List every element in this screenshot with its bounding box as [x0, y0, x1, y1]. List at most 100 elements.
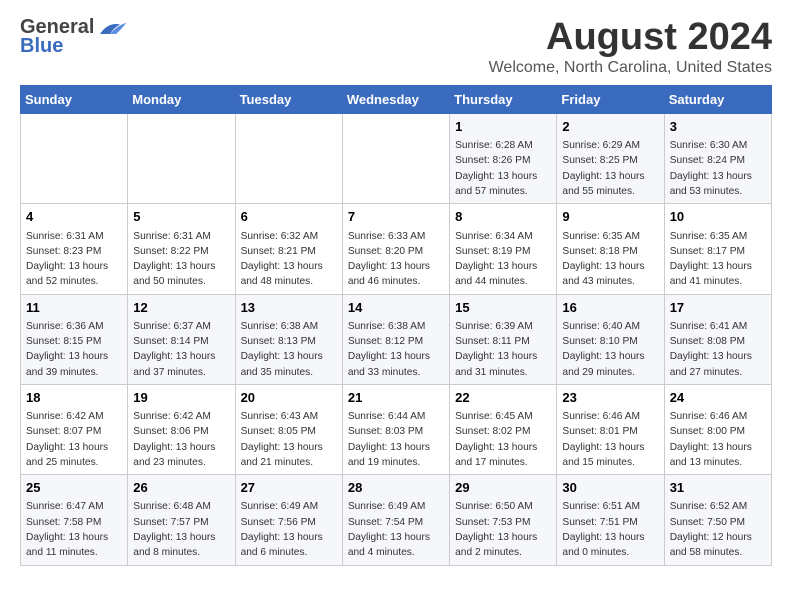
day-number: 3 — [670, 118, 766, 136]
day-info: Sunrise: 6:35 AM Sunset: 8:18 PM Dayligh… — [562, 231, 644, 288]
day-number: 27 — [241, 479, 337, 497]
calendar-cell: 31 Sunrise: 6:52 AM Sunset: 7:50 PM Dayli… — [664, 475, 771, 565]
calendar-cell: 22Sunrise: 6:45 AM Sunset: 8:02 PM Dayli… — [450, 384, 557, 474]
calendar-table: SundayMondayTuesdayWednesdayThursdayFrid… — [20, 85, 772, 566]
day-number: 28 — [348, 479, 444, 497]
month-title: August 2024 — [489, 16, 772, 59]
calendar-cell: 3 Sunrise: 6:30 AM Sunset: 8:24 PM Daylig… — [664, 114, 771, 204]
day-info: Sunrise: 6:38 AM Sunset: 8:13 PM Dayligh… — [241, 321, 323, 378]
day-number: 6 — [241, 208, 337, 226]
day-number: 20 — [241, 389, 337, 407]
calendar-cell: 10Sunrise: 6:35 AM Sunset: 8:17 PM Dayli… — [664, 204, 771, 294]
calendar-cell: 7Sunrise: 6:33 AM Sunset: 8:20 PM Daylig… — [342, 204, 449, 294]
week-row-3: 11 Sunrise: 6:36 AM Sunset: 8:15 PM Dayli… — [21, 294, 772, 384]
calendar-cell — [235, 114, 342, 204]
day-info: Sunrise: 6:28 AM Sunset: 8:26 PM Dayligh… — [455, 140, 537, 197]
day-info: Sunrise: 6:49 AM Sunset: 7:54 PM Dayligh… — [348, 501, 430, 558]
day-number: 11 — [26, 299, 122, 317]
day-info: Sunrise: 6:39 AM Sunset: 8:11 PM Dayligh… — [455, 321, 537, 378]
day-number: 2 — [562, 118, 658, 136]
day-info: Sunrise: 6:34 AM Sunset: 8:19 PM Dayligh… — [455, 231, 537, 288]
day-info: Sunrise: 6:32 AM Sunset: 8:21 PM Dayligh… — [241, 231, 323, 288]
header-saturday: Saturday — [664, 86, 771, 114]
day-number: 9 — [562, 208, 658, 226]
calendar-cell: 18 Sunrise: 6:42 AM Sunset: 8:07 PM Dayli… — [21, 384, 128, 474]
day-number: 16 — [562, 299, 658, 317]
calendar-cell: 4 Sunrise: 6:31 AM Sunset: 8:23 PM Daylig… — [21, 204, 128, 294]
day-info: Sunrise: 6:46 AM Sunset: 8:01 PM Dayligh… — [562, 411, 644, 468]
logo: General Blue — [20, 16, 128, 58]
day-number: 24 — [670, 389, 766, 407]
calendar-cell: 13 Sunrise: 6:38 AM Sunset: 8:13 PM Dayli… — [235, 294, 342, 384]
calendar-cell: 15 Sunrise: 6:39 AM Sunset: 8:11 PM Dayli… — [450, 294, 557, 384]
calendar-cell: 8 Sunrise: 6:34 AM Sunset: 8:19 PM Daylig… — [450, 204, 557, 294]
day-info: Sunrise: 6:41 AM Sunset: 8:08 PM Dayligh… — [670, 321, 752, 378]
calendar-cell: 24Sunrise: 6:46 AM Sunset: 8:00 PM Dayli… — [664, 384, 771, 474]
day-info: Sunrise: 6:42 AM Sunset: 8:07 PM Dayligh… — [26, 411, 108, 468]
day-info: Sunrise: 6:40 AM Sunset: 8:10 PM Dayligh… — [562, 321, 644, 378]
calendar-cell — [342, 114, 449, 204]
day-info: Sunrise: 6:35 AM Sunset: 8:17 PM Dayligh… — [670, 231, 752, 288]
day-number: 7 — [348, 208, 444, 226]
day-info: Sunrise: 6:48 AM Sunset: 7:57 PM Dayligh… — [133, 501, 215, 558]
calendar-cell: 17 Sunrise: 6:41 AM Sunset: 8:08 PM Dayli… — [664, 294, 771, 384]
calendar-cell: 1 Sunrise: 6:28 AM Sunset: 8:26 PM Daylig… — [450, 114, 557, 204]
week-row-1: 1 Sunrise: 6:28 AM Sunset: 8:26 PM Daylig… — [21, 114, 772, 204]
day-info: Sunrise: 6:49 AM Sunset: 7:56 PM Dayligh… — [241, 501, 323, 558]
day-number: 19 — [133, 389, 229, 407]
day-number: 29 — [455, 479, 551, 497]
day-number: 18 — [26, 389, 122, 407]
day-info: Sunrise: 6:29 AM Sunset: 8:25 PM Dayligh… — [562, 140, 644, 197]
day-info: Sunrise: 6:31 AM Sunset: 8:23 PM Dayligh… — [26, 231, 108, 288]
day-number: 25 — [26, 479, 122, 497]
day-number: 30 — [562, 479, 658, 497]
day-info: Sunrise: 6:50 AM Sunset: 7:53 PM Dayligh… — [455, 501, 537, 558]
calendar-cell: 25 Sunrise: 6:47 AM Sunset: 7:58 PM Dayli… — [21, 475, 128, 565]
calendar-cell: 21Sunrise: 6:44 AM Sunset: 8:03 PM Dayli… — [342, 384, 449, 474]
calendar-cell: 2 Sunrise: 6:29 AM Sunset: 8:25 PM Daylig… — [557, 114, 664, 204]
header-thursday: Thursday — [450, 86, 557, 114]
day-number: 1 — [455, 118, 551, 136]
calendar-cell: 16 Sunrise: 6:40 AM Sunset: 8:10 PM Dayli… — [557, 294, 664, 384]
header-wednesday: Wednesday — [342, 86, 449, 114]
day-number: 14 — [348, 299, 444, 317]
day-number: 31 — [670, 479, 766, 497]
logo-blue: Blue — [20, 35, 63, 58]
calendar-cell: 23 Sunrise: 6:46 AM Sunset: 8:01 PM Dayli… — [557, 384, 664, 474]
day-info: Sunrise: 6:30 AM Sunset: 8:24 PM Dayligh… — [670, 140, 752, 197]
day-info: Sunrise: 6:31 AM Sunset: 8:22 PM Dayligh… — [133, 231, 215, 288]
logo-bird-icon — [96, 18, 128, 38]
day-number: 8 — [455, 208, 551, 226]
week-row-2: 4 Sunrise: 6:31 AM Sunset: 8:23 PM Daylig… — [21, 204, 772, 294]
calendar-cell: 14 Sunrise: 6:38 AM Sunset: 8:12 PM Dayli… — [342, 294, 449, 384]
day-number: 15 — [455, 299, 551, 317]
day-number: 4 — [26, 208, 122, 226]
day-number: 17 — [670, 299, 766, 317]
header-sunday: Sunday — [21, 86, 128, 114]
day-info: Sunrise: 6:38 AM Sunset: 8:12 PM Dayligh… — [348, 321, 430, 378]
location-title: Welcome, North Carolina, United States — [489, 59, 772, 77]
header-monday: Monday — [128, 86, 235, 114]
calendar-cell: 27 Sunrise: 6:49 AM Sunset: 7:56 PM Dayli… — [235, 475, 342, 565]
calendar-cell: 11 Sunrise: 6:36 AM Sunset: 8:15 PM Dayli… — [21, 294, 128, 384]
week-row-5: 25 Sunrise: 6:47 AM Sunset: 7:58 PM Dayli… — [21, 475, 772, 565]
calendar-cell: 19 Sunrise: 6:42 AM Sunset: 8:06 PM Dayli… — [128, 384, 235, 474]
day-number: 5 — [133, 208, 229, 226]
day-info: Sunrise: 6:37 AM Sunset: 8:14 PM Dayligh… — [133, 321, 215, 378]
calendar-cell: 29 Sunrise: 6:50 AM Sunset: 7:53 PM Dayli… — [450, 475, 557, 565]
day-number: 12 — [133, 299, 229, 317]
calendar-cell: 30Sunrise: 6:51 AM Sunset: 7:51 PM Dayli… — [557, 475, 664, 565]
calendar-cell: 26Sunrise: 6:48 AM Sunset: 7:57 PM Dayli… — [128, 475, 235, 565]
day-number: 21 — [348, 389, 444, 407]
day-number: 23 — [562, 389, 658, 407]
day-info: Sunrise: 6:42 AM Sunset: 8:06 PM Dayligh… — [133, 411, 215, 468]
calendar-cell: 20 Sunrise: 6:43 AM Sunset: 8:05 PM Dayli… — [235, 384, 342, 474]
calendar-cell: 28 Sunrise: 6:49 AM Sunset: 7:54 PM Dayli… — [342, 475, 449, 565]
day-info: Sunrise: 6:47 AM Sunset: 7:58 PM Dayligh… — [26, 501, 108, 558]
header-tuesday: Tuesday — [235, 86, 342, 114]
day-info: Sunrise: 6:52 AM Sunset: 7:50 PM Dayligh… — [670, 501, 752, 558]
day-info: Sunrise: 6:36 AM Sunset: 8:15 PM Dayligh… — [26, 321, 108, 378]
day-info: Sunrise: 6:43 AM Sunset: 8:05 PM Dayligh… — [241, 411, 323, 468]
calendar-cell — [128, 114, 235, 204]
day-number: 13 — [241, 299, 337, 317]
